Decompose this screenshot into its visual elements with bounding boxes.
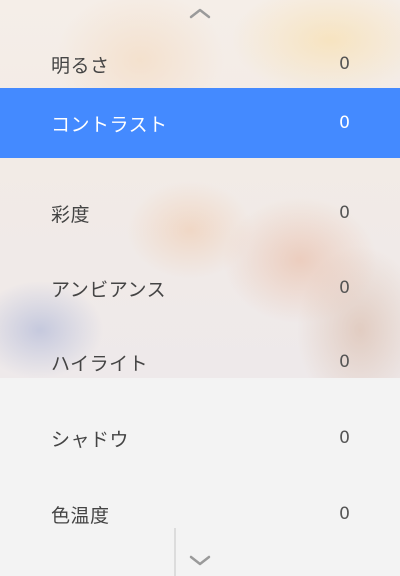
adjust-item-temperature[interactable]: 色温度 0 (0, 489, 400, 539)
adjust-item-value: 0 (339, 352, 350, 372)
adjust-item-label: コントラスト (51, 113, 168, 136)
adjust-item-label: ハイライト (51, 352, 149, 375)
adjust-item-label: 明るさ (51, 54, 110, 77)
adjust-item-contrast[interactable]: コントラスト 0 (0, 88, 400, 158)
adjust-item-value: 0 (339, 203, 350, 223)
chevron-up-icon[interactable] (188, 6, 212, 20)
adjust-item-value: 0 (339, 113, 350, 133)
adjust-item-label: シャドウ (51, 428, 130, 451)
adjust-item-shadows[interactable]: シャドウ 0 (0, 413, 400, 463)
handle-divider (174, 528, 176, 576)
chevron-down-icon[interactable] (188, 554, 212, 568)
adjust-item-value: 0 (339, 278, 350, 298)
adjust-item-value: 0 (339, 428, 350, 448)
adjust-item-brightness[interactable]: 明るさ 0 (0, 40, 400, 88)
panel-background (0, 378, 400, 576)
adjust-item-label: 色温度 (51, 504, 110, 527)
adjust-item-highlights[interactable]: ハイライト 0 (0, 337, 400, 387)
adjust-item-label: 彩度 (51, 203, 91, 226)
adjust-item-value: 0 (339, 504, 350, 524)
adjust-item-value: 0 (339, 54, 350, 74)
adjust-item-saturation[interactable]: 彩度 0 (0, 188, 400, 238)
adjust-item-label: アンビアンス (51, 278, 167, 301)
adjust-item-ambiance[interactable]: アンビアンス 0 (0, 263, 400, 313)
